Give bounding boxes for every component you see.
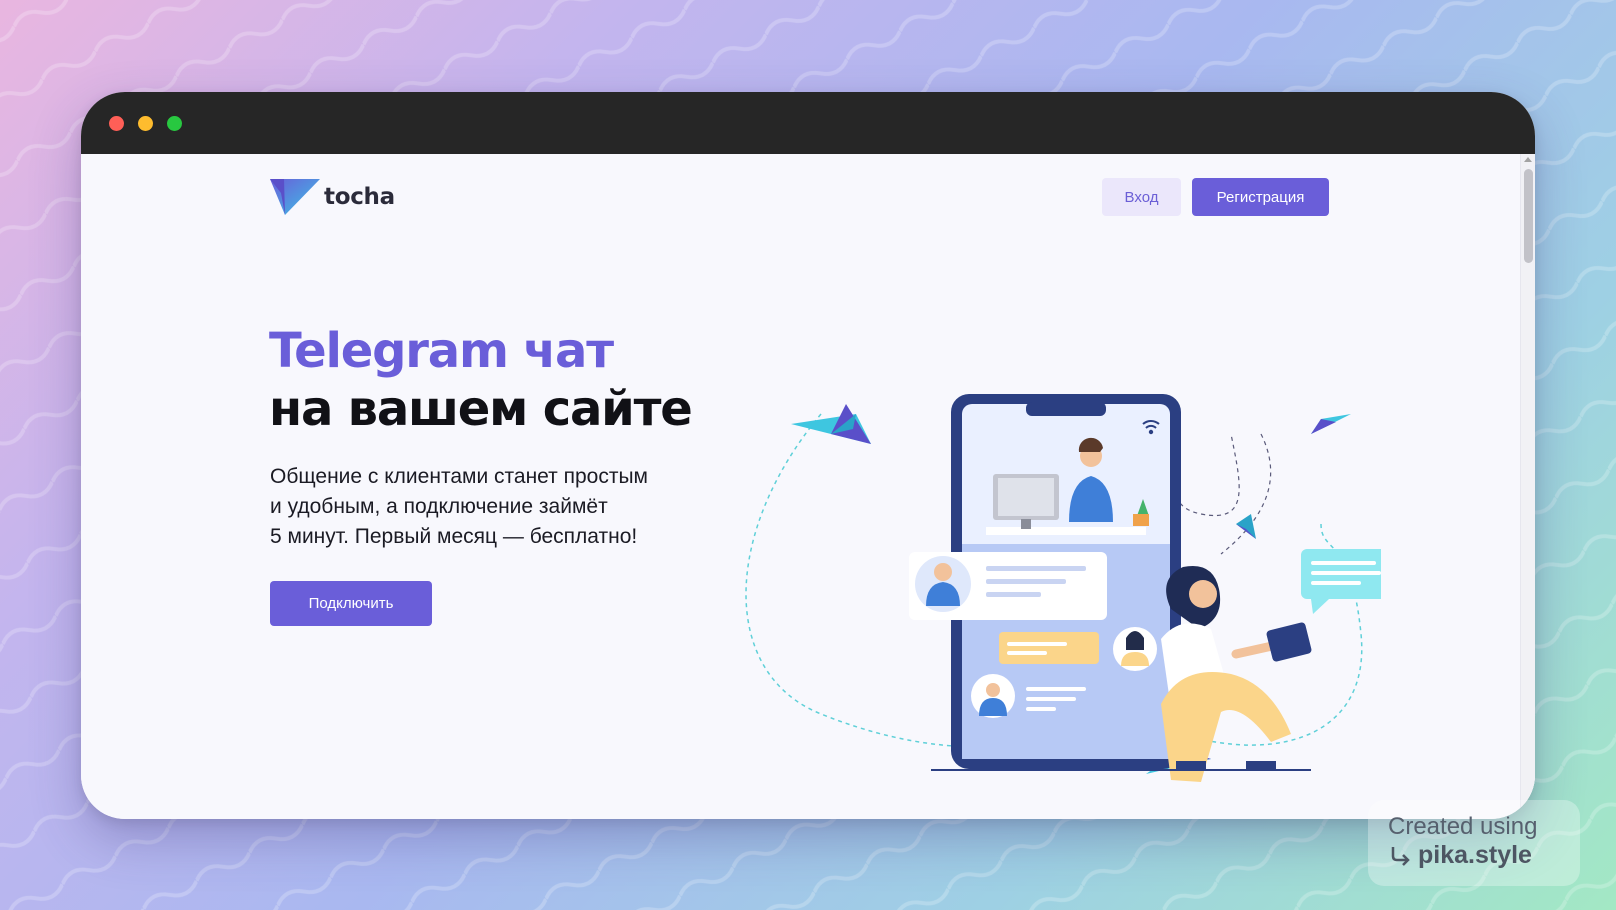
watermark-line1: Created using bbox=[1388, 813, 1538, 840]
hero-title: Telegram чат на вашем сайте bbox=[269, 322, 693, 438]
arrow-return-icon bbox=[1391, 846, 1410, 866]
hero-description-line: и удобным, а подключение займёт bbox=[270, 495, 608, 518]
paper-plane-icon bbox=[791, 404, 871, 444]
hero-title-line1: Telegram чат bbox=[269, 323, 614, 379]
hero-description-line: 5 минут. Первый месяц — бесплатно! bbox=[270, 525, 638, 548]
browser-window: tocha Вход Регистрация Telegram чат на в… bbox=[81, 92, 1535, 819]
pika-style-watermark: Created using pika.style bbox=[1368, 800, 1580, 886]
watermark-brand: pika.style bbox=[1418, 841, 1532, 869]
hero-title-line2: на вашем сайте bbox=[269, 381, 693, 437]
hero-description-line: Общение с клиентами станет простым bbox=[270, 465, 648, 488]
landing-page: tocha Вход Регистрация Telegram чат на в… bbox=[81, 154, 1535, 819]
hero-description: Общение с клиентами станет простым и удо… bbox=[270, 462, 730, 552]
maximize-window-button[interactable] bbox=[167, 116, 182, 131]
login-button[interactable]: Вход bbox=[1102, 178, 1181, 216]
paper-plane-icon bbox=[1236, 514, 1256, 539]
scroll-up-arrow-icon[interactable] bbox=[1524, 157, 1532, 162]
register-button[interactable]: Регистрация bbox=[1192, 178, 1329, 216]
minimize-window-button[interactable] bbox=[138, 116, 153, 131]
page-scrollbar[interactable] bbox=[1520, 154, 1535, 819]
hero-illustration bbox=[745, 394, 1381, 782]
paper-plane-icon bbox=[1311, 414, 1351, 434]
logo-text: tocha bbox=[324, 184, 395, 210]
watermark-line2: pika.style bbox=[1388, 841, 1532, 870]
site-logo[interactable]: tocha bbox=[270, 176, 395, 218]
scrollbar-thumb[interactable] bbox=[1524, 169, 1533, 263]
window-titlebar bbox=[81, 92, 1535, 154]
connect-button[interactable]: Подключить bbox=[270, 581, 432, 626]
close-window-button[interactable] bbox=[109, 116, 124, 131]
logo-mark-icon bbox=[270, 179, 320, 215]
